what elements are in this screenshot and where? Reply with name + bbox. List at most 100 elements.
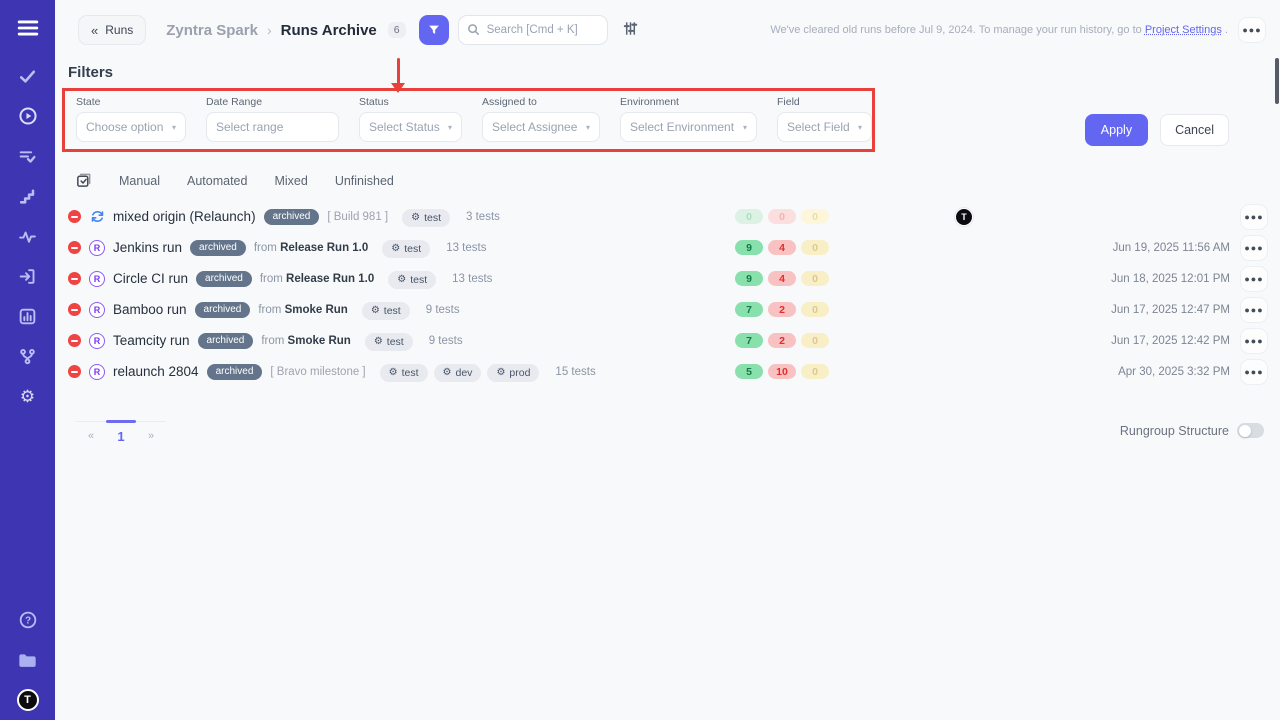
sidebar-item-import-icon[interactable] — [0, 256, 55, 296]
tag-label: prod — [509, 367, 530, 379]
tag-pill-test[interactable]: ⚙test — [362, 302, 410, 320]
tab-manual[interactable]: Manual — [119, 174, 160, 188]
filter-select[interactable]: Select Environment▾ — [620, 112, 757, 142]
cleanup-notice: We've cleared old runs before Jul 9, 202… — [770, 24, 1228, 36]
tag-label: dev — [456, 367, 473, 379]
filter-select[interactable]: Select Assignee▾ — [482, 112, 600, 142]
run-tags: ⚙test ⚙ dev ⚙prod — [374, 362, 540, 382]
remove-run-icon[interactable] — [68, 303, 81, 316]
sidebar-item-pulse-activity-icon[interactable] — [0, 216, 55, 256]
run-row: mixed origin (Relaunch) archived [ Build… — [55, 201, 1280, 232]
project-settings-link[interactable]: Project Settings — [1145, 24, 1222, 36]
run-tags: ⚙test — [376, 238, 430, 258]
cancel-button[interactable]: Cancel — [1160, 114, 1229, 146]
filter-value: Select Status — [369, 120, 440, 134]
runs-play-icon — [18, 106, 38, 126]
notice-suffix: . — [1222, 24, 1228, 36]
pagination-next[interactable]: » — [136, 422, 166, 450]
sidebar-item-analytics-chart-icon[interactable] — [0, 296, 55, 336]
assignee-avatar[interactable]: T — [955, 208, 973, 226]
rungroup-structure-control: Rungroup Structure — [1120, 423, 1264, 438]
sidebar-item-steps-icon[interactable] — [0, 176, 55, 216]
filter-select[interactable]: Select Field▾ — [777, 112, 872, 142]
select-all-icon[interactable] — [75, 172, 92, 189]
tests-count: 3 tests — [466, 211, 500, 223]
filter-label: Field — [777, 96, 872, 108]
sidebar-item-settings-gear-icon[interactable]: ⚙ — [0, 376, 55, 416]
sidebar-item-menu-icon[interactable] — [0, 0, 55, 56]
run-title[interactable]: Jenkins run — [113, 240, 182, 255]
run-date: Jun 17, 2025 12:42 PM — [985, 335, 1240, 347]
filter-value: Select Assignee — [492, 120, 577, 134]
pagination-prev[interactable]: « — [76, 422, 106, 450]
apply-button[interactable]: Apply — [1085, 114, 1148, 146]
skipped-count: 0 — [801, 240, 829, 255]
run-title[interactable]: relaunch 2804 — [113, 364, 199, 379]
filter-toggle-button[interactable] — [419, 15, 449, 45]
tag-pill-test[interactable]: ⚙test — [380, 364, 428, 382]
run-type-tabs: Manual Automated Mixed Unfinished — [75, 172, 1280, 189]
archived-badge: archived — [190, 240, 246, 256]
run-menu-button[interactable]: ●●● — [1240, 359, 1268, 385]
remove-run-icon[interactable] — [68, 210, 81, 223]
run-source: from Release Run 1.0 — [260, 273, 374, 285]
tag-pill-prod[interactable]: ⚙prod — [487, 364, 539, 382]
remove-run-icon[interactable] — [68, 272, 81, 285]
sidebar-item-tests-check-icon[interactable] — [0, 56, 55, 96]
run-menu-button[interactable]: ●●● — [1240, 266, 1268, 292]
result-counts: 7 2 0 — [735, 302, 845, 317]
tab-mixed[interactable]: Mixed — [274, 174, 307, 188]
sidebar-item-logo-avatar[interactable]: T — [0, 680, 55, 720]
filter-input[interactable]: Select range — [206, 112, 339, 142]
settings-gear-icon: ⚙ — [20, 388, 35, 405]
passed-count: 9 — [735, 240, 763, 255]
remove-run-icon[interactable] — [68, 241, 81, 254]
filters-title: Filters — [68, 64, 1280, 81]
rungroup-structure-toggle[interactable] — [1237, 423, 1264, 438]
run-tags: ⚙test — [396, 207, 450, 227]
breadcrumb-project[interactable]: Zyntra Spark — [166, 22, 258, 39]
run-menu-button[interactable]: ●●● — [1240, 204, 1268, 230]
archived-badge: archived — [264, 209, 320, 225]
scrollbar-thumb[interactable] — [1275, 58, 1279, 104]
run-title[interactable]: mixed origin (Relaunch) — [113, 209, 256, 224]
header-more-button[interactable]: ●●● — [1238, 17, 1266, 43]
filter-actions: Apply Cancel — [1085, 114, 1229, 146]
run-title[interactable]: Circle CI run — [113, 271, 188, 286]
tab-unfinished[interactable]: Unfinished — [335, 174, 394, 188]
pagination-page-1[interactable]: 1 — [106, 422, 136, 450]
runs-count-badge: 6 — [388, 22, 406, 38]
filter-select[interactable]: Select Status▾ — [359, 112, 462, 142]
failed-count: 0 — [768, 209, 796, 224]
passed-count: 5 — [735, 364, 763, 379]
tab-automated[interactable]: Automated — [187, 174, 247, 188]
tag-pill-dev[interactable]: ⚙ dev — [434, 364, 482, 382]
filter-value: Select range — [216, 120, 283, 134]
back-to-runs-button[interactable]: « Runs — [78, 15, 146, 45]
tag-pill-test[interactable]: ⚙test — [388, 271, 436, 289]
result-counts: 7 2 0 — [735, 333, 845, 348]
run-menu-button[interactable]: ●●● — [1240, 297, 1268, 323]
sidebar-item-runs-play-icon[interactable] — [0, 96, 55, 136]
tests-count: 13 tests — [452, 273, 492, 285]
display-settings-button[interactable] — [620, 18, 641, 42]
gear-icon: ⚙ — [443, 368, 452, 378]
tag-pill-test[interactable]: ⚙test — [382, 240, 430, 258]
tag-pill-test[interactable]: ⚙test — [365, 333, 413, 351]
sidebar-item-branch-icon[interactable] — [0, 336, 55, 376]
run-title[interactable]: Teamcity run — [113, 333, 190, 348]
run-menu-button[interactable]: ●●● — [1240, 328, 1268, 354]
run-title[interactable]: Bamboo run — [113, 302, 187, 317]
run-menu-button[interactable]: ●●● — [1240, 235, 1268, 261]
sidebar-item-folder-icon[interactable] — [0, 640, 55, 680]
filter-select[interactable]: Choose option▾ — [76, 112, 186, 142]
header: « Runs Zyntra Spark › Runs Archive 6 We'… — [55, 0, 1280, 60]
sidebar-item-plans-list-check-icon[interactable] — [0, 136, 55, 176]
ellipsis-icon: ●●● — [1244, 212, 1263, 222]
tag-pill-test[interactable]: ⚙test — [402, 209, 450, 227]
list-footer: « 1 » Rungroup Structure — [76, 421, 1264, 450]
sidebar-item-help-icon[interactable]: ? — [0, 600, 55, 640]
remove-run-icon[interactable] — [68, 365, 81, 378]
chevron-down-icon: ▾ — [858, 123, 862, 132]
remove-run-icon[interactable] — [68, 334, 81, 347]
